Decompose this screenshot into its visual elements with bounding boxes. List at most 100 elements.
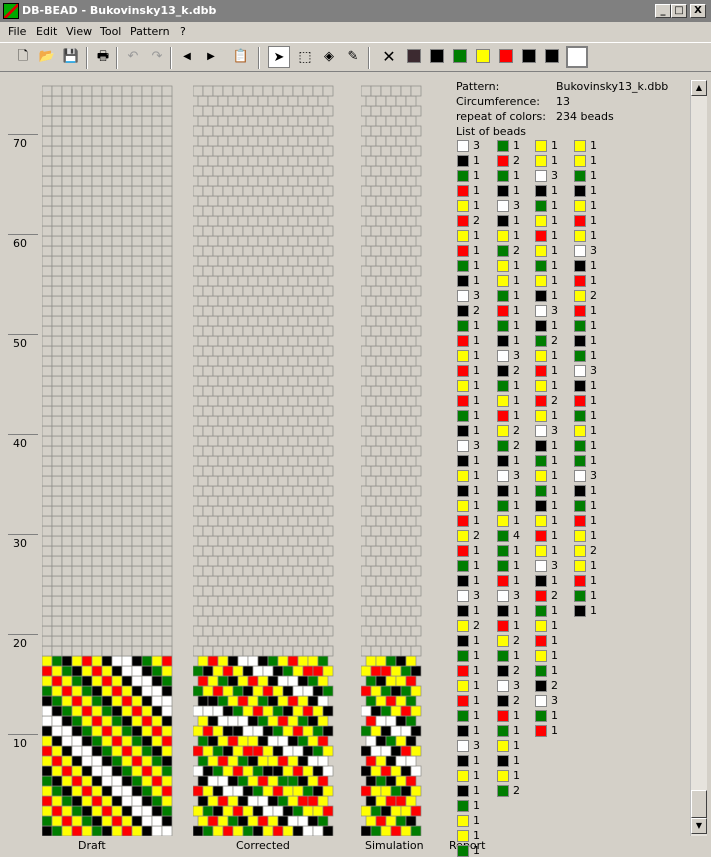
bead-cell[interactable] — [131, 505, 143, 517]
bead-cell[interactable] — [395, 515, 407, 527]
bead-cell[interactable] — [322, 85, 334, 97]
bead-cell[interactable] — [91, 285, 103, 297]
bead-cell[interactable] — [111, 95, 123, 107]
bead-cell[interactable] — [390, 665, 402, 677]
bead-cell[interactable] — [405, 535, 417, 547]
bead-cell[interactable] — [277, 315, 289, 327]
bead-cell[interactable] — [370, 445, 382, 457]
bead-cell[interactable] — [252, 485, 264, 497]
bead-cell[interactable] — [365, 215, 377, 227]
bead-cell[interactable] — [91, 685, 103, 697]
bead-cell[interactable] — [312, 765, 324, 777]
bead-cell[interactable] — [71, 645, 83, 657]
bead-cell[interactable] — [375, 655, 387, 667]
bead-cell[interactable] — [222, 465, 234, 477]
bead-cell[interactable] — [361, 285, 372, 297]
bead-cell[interactable] — [292, 765, 304, 777]
bead-cell[interactable] — [242, 285, 254, 297]
bead-cell[interactable] — [227, 615, 239, 627]
bead-cell[interactable] — [61, 765, 73, 777]
bead-cell[interactable] — [131, 415, 143, 427]
bead-cell[interactable] — [111, 765, 123, 777]
fill-bucket-icon[interactable]: ◈ — [318, 46, 340, 68]
bead-cell[interactable] — [51, 505, 63, 517]
bead-cell[interactable] — [71, 215, 83, 227]
bead-cell[interactable] — [61, 785, 73, 797]
bead-cell[interactable] — [307, 715, 319, 727]
bead-cell[interactable] — [262, 785, 274, 797]
bead-cell[interactable] — [390, 505, 402, 517]
bead-cell[interactable] — [111, 525, 123, 537]
bead-cell[interactable] — [131, 295, 143, 307]
bead-cell[interactable] — [101, 125, 113, 137]
bead-cell[interactable] — [287, 595, 299, 607]
bead-cell[interactable] — [42, 575, 53, 587]
bead-cell[interactable] — [380, 265, 392, 277]
bead-cell[interactable] — [247, 175, 259, 187]
bead-cell[interactable] — [227, 755, 239, 767]
bead-cell[interactable] — [217, 315, 229, 327]
bead-cell[interactable] — [71, 355, 83, 367]
bead-cell[interactable] — [287, 435, 299, 447]
bead-cell[interactable] — [202, 545, 214, 557]
bead-cell[interactable] — [292, 165, 304, 177]
bead-cell[interactable] — [222, 225, 234, 237]
bead-cell[interactable] — [272, 705, 284, 717]
bead-cell[interactable] — [111, 125, 123, 137]
bead-cell[interactable] — [272, 525, 284, 537]
bead-cell[interactable] — [287, 355, 299, 367]
bead-cell[interactable] — [312, 305, 324, 317]
bead-cell[interactable] — [282, 305, 294, 317]
bead-cell[interactable] — [322, 745, 334, 757]
bead-cell[interactable] — [272, 585, 284, 597]
bead-cell[interactable] — [272, 485, 284, 497]
bead-cell[interactable] — [71, 665, 83, 677]
bead-cell[interactable] — [91, 405, 103, 417]
bead-cell[interactable] — [51, 555, 63, 567]
bead-cell[interactable] — [322, 245, 334, 257]
bead-cell[interactable] — [91, 465, 103, 477]
bead-cell[interactable] — [375, 315, 387, 327]
bead-cell[interactable] — [257, 135, 269, 147]
bead-cell[interactable] — [370, 525, 382, 537]
bead-cell[interactable] — [81, 165, 93, 177]
bead-cell[interactable] — [302, 645, 314, 657]
bead-cell[interactable] — [237, 275, 249, 287]
bead-cell[interactable] — [91, 295, 103, 307]
bead-cell[interactable] — [287, 455, 299, 467]
bead-cell[interactable] — [141, 385, 153, 397]
bead-cell[interactable] — [51, 305, 63, 317]
bead-cell[interactable] — [193, 265, 204, 277]
bead-cell[interactable] — [51, 295, 63, 307]
bead-cell[interactable] — [197, 375, 209, 387]
bead-cell[interactable] — [282, 145, 294, 157]
bead-cell[interactable] — [141, 725, 153, 737]
bead-cell[interactable] — [141, 355, 153, 367]
bead-cell[interactable] — [51, 355, 63, 367]
bead-cell[interactable] — [302, 405, 314, 417]
bead-cell[interactable] — [51, 745, 63, 757]
bead-cell[interactable] — [400, 405, 412, 417]
bead-cell[interactable] — [282, 725, 294, 737]
bead-cell[interactable] — [111, 435, 123, 447]
bead-cell[interactable] — [400, 725, 412, 737]
bead-cell[interactable] — [61, 655, 73, 667]
bead-cell[interactable] — [405, 815, 417, 827]
bead-cell[interactable] — [111, 715, 123, 727]
bead-cell[interactable] — [71, 235, 83, 247]
bead-cell[interactable] — [151, 425, 163, 437]
bead-cell[interactable] — [101, 645, 113, 657]
bead-cell[interactable] — [252, 725, 264, 737]
bead-cell[interactable] — [61, 195, 73, 207]
bead-cell[interactable] — [61, 805, 73, 817]
bead-cell[interactable] — [370, 85, 382, 97]
bead-cell[interactable] — [292, 405, 304, 417]
bead-cell[interactable] — [131, 85, 143, 97]
bead-cell[interactable] — [267, 635, 279, 647]
minimize-button[interactable]: _ — [655, 4, 671, 18]
bead-cell[interactable] — [121, 525, 133, 537]
bead-cell[interactable] — [207, 275, 219, 287]
bead-cell[interactable] — [141, 805, 153, 817]
bead-cell[interactable] — [232, 145, 244, 157]
bead-cell[interactable] — [237, 715, 249, 727]
